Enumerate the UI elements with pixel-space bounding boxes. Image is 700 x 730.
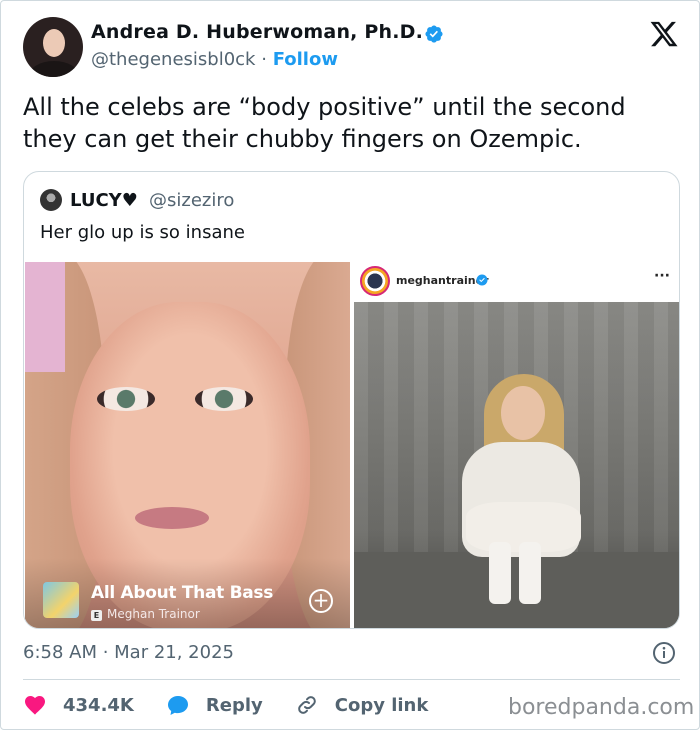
heart-icon: [25, 696, 45, 715]
author-avatar[interactable]: [23, 17, 83, 77]
reply-label: Reply: [205, 694, 263, 716]
info-icon[interactable]: [652, 641, 676, 665]
reply-button[interactable]: Reply: [166, 693, 263, 717]
link-icon: [297, 696, 316, 714]
quoted-avatar[interactable]: [40, 189, 62, 211]
divider: [23, 679, 680, 680]
quoted-tweet[interactable]: LUCY♥ @sizeziro Her glo up is so insane …: [23, 171, 680, 629]
instagram-username: meghantrainor: [396, 274, 489, 287]
action-bar: 434.4K Reply Copy link: [23, 691, 460, 719]
quoted-image-left[interactable]: All About That Bass E Meghan Trainor +: [25, 262, 350, 628]
verified-badge-icon: [425, 25, 443, 43]
like-button[interactable]: 434.4K: [23, 693, 134, 717]
reply-bubble-icon: [167, 696, 188, 715]
instagram-photo: [354, 302, 679, 628]
explicit-badge: E: [91, 610, 102, 621]
tweet-text: All the celebs are “body positive” until…: [23, 93, 626, 153]
follow-button[interactable]: Follow: [273, 49, 338, 70]
tweet-timestamp[interactable]: 6:58 AM · Mar 21, 2025: [23, 642, 234, 663]
watermark: boredpanda.com: [508, 695, 695, 720]
song-artist: Meghan Trainor: [107, 607, 200, 621]
author-handle-row: @thegenesisbl0ck · Follow: [91, 49, 338, 70]
copy-link-label: Copy link: [334, 694, 429, 716]
album-art: [43, 582, 79, 618]
like-count: 434.4K: [63, 694, 134, 716]
quoted-author-handle: @sizeziro: [149, 190, 235, 211]
quoted-author-name: LUCY♥: [70, 190, 138, 211]
separator: ·: [261, 49, 267, 70]
author-name[interactable]: Andrea D. Huberwoman, Ph.D.: [91, 21, 423, 43]
quoted-image-right[interactable]: meghantrainor ···: [354, 262, 679, 628]
instagram-verified-icon: [476, 274, 488, 286]
x-logo-icon[interactable]: [649, 19, 679, 49]
quoted-text: Her glo up is so insane: [40, 222, 245, 243]
song-artist-row: E Meghan Trainor: [91, 607, 200, 621]
more-options-icon: ···: [654, 268, 670, 284]
copy-link-button[interactable]: Copy link: [295, 693, 429, 717]
add-song-icon[interactable]: +: [309, 589, 333, 613]
author-handle[interactable]: @thegenesisbl0ck: [91, 49, 255, 70]
instagram-avatar: [360, 266, 390, 296]
song-title: All About That Bass: [91, 583, 274, 603]
tweet-card: Andrea D. Huberwoman, Ph.D. @thegenesisb…: [0, 0, 700, 730]
